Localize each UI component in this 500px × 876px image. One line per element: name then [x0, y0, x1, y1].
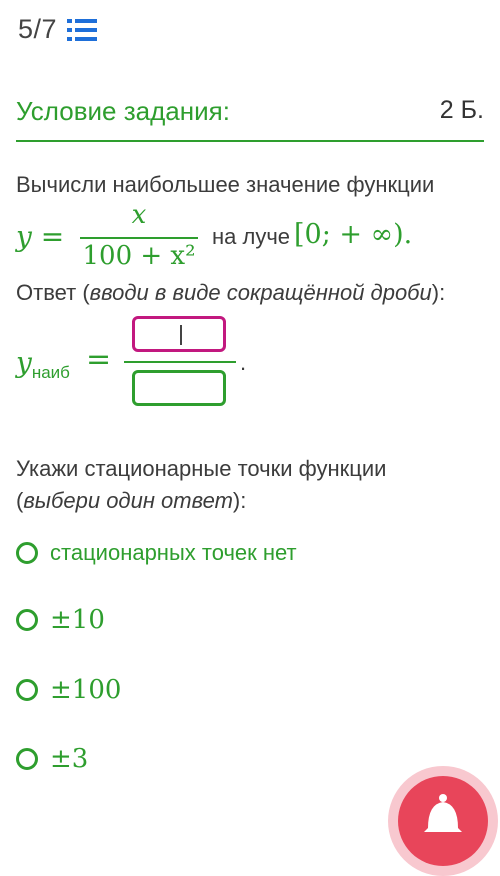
numerator-input[interactable]	[132, 316, 226, 352]
ray-text: на луче	[212, 224, 291, 249]
answer-fraction-line	[124, 361, 236, 363]
option-pm100[interactable]: ±100	[16, 675, 121, 705]
answer-period: .	[240, 350, 247, 375]
interval: [0; + ∞).	[294, 219, 413, 250]
list-icon[interactable]	[67, 17, 98, 43]
radio-circle-icon[interactable]	[16, 542, 38, 564]
option-pm10[interactable]: ±10	[16, 605, 105, 635]
notification-button[interactable]	[398, 776, 488, 866]
option-no-stationary-points[interactable]: стационарных точек нет	[16, 540, 297, 566]
option-label: ±3	[50, 744, 89, 774]
option-label: ±100	[50, 675, 122, 705]
function-numerator: x	[131, 200, 147, 230]
answer-prompt: Ответ (вводи в виде сокращённой дроби):	[16, 280, 446, 305]
task-points: 2 Б.	[439, 96, 484, 124]
task-prompt: Вычисли наибольшее значение функции	[16, 172, 435, 197]
radio-circle-icon[interactable]	[16, 679, 38, 701]
radio-circle-icon[interactable]	[16, 609, 38, 631]
question2-line1: Укажи стационарные точки функции	[16, 456, 387, 481]
condition-title: Условие задания:	[16, 96, 230, 126]
option-label: ±10	[50, 605, 105, 635]
option-pm3[interactable]: ±3	[16, 744, 88, 774]
condition-header: Условие задания: 2 Б.	[16, 96, 484, 142]
function-denominator: 100 + x²	[82, 241, 196, 271]
y-max-label: yнаиб	[16, 346, 70, 382]
option-label: стационарных точек нет	[50, 540, 297, 565]
radio-circle-icon[interactable]	[16, 748, 38, 770]
top-bar: 5/7	[18, 14, 98, 45]
function-y-eq: y =	[16, 220, 65, 253]
denominator-input[interactable]	[132, 370, 226, 406]
y-max-equals: =	[86, 342, 112, 377]
question2-line2: (выбери один ответ):	[16, 488, 247, 513]
task-progress: 5/7	[18, 14, 58, 44]
bell-icon	[424, 794, 462, 832]
text-caret	[180, 325, 182, 345]
function-fraction-line	[80, 237, 198, 239]
